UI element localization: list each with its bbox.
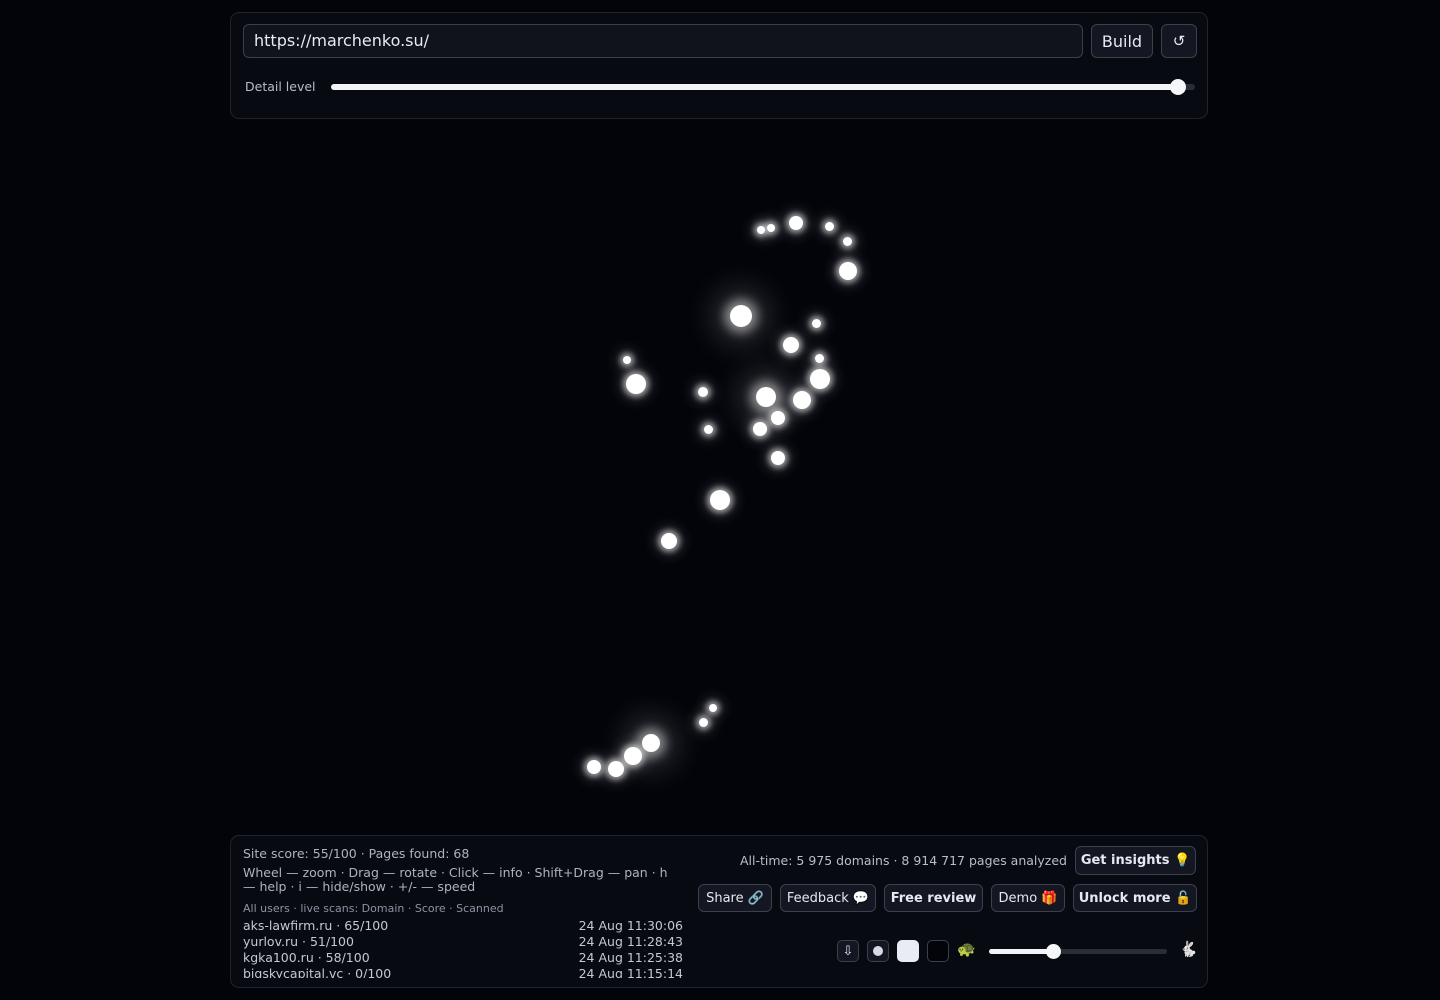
detail-level-fill	[331, 84, 1178, 90]
graph-node[interactable]	[839, 262, 857, 280]
unlock-more-button[interactable]: Unlock more 🔓	[1073, 884, 1197, 912]
free-review-button[interactable]: Free review	[884, 884, 983, 912]
graph-node[interactable]	[703, 424, 713, 434]
list-item: bigskycapital.vc · 0/100 24 Aug 11:15:14	[243, 966, 683, 978]
graph-node[interactable]	[757, 226, 765, 234]
graph-node[interactable]	[642, 734, 660, 752]
graph-node[interactable]	[626, 374, 646, 394]
list-item: yurlov.ru · 51/100 24 Aug 11:28:43	[243, 934, 683, 950]
graph-node[interactable]	[811, 318, 821, 328]
graph-node[interactable]	[698, 387, 708, 397]
graph-node[interactable]	[661, 533, 677, 549]
speed-handle[interactable]	[1046, 944, 1062, 959]
scan-domain: kgka100.ru · 58/100	[243, 950, 370, 965]
feedback-button[interactable]: Feedback 💬	[780, 884, 876, 912]
demo-button[interactable]: Demo 🎁	[991, 884, 1065, 912]
graph-node[interactable]	[824, 221, 834, 231]
graph-node[interactable]	[624, 747, 642, 765]
site-graph-canvas[interactable]	[230, 130, 1208, 830]
node-style-button[interactable]	[867, 940, 889, 962]
detail-level-slider[interactable]	[331, 79, 1195, 95]
rabbit-icon: 🐇	[1179, 940, 1198, 958]
share-button[interactable]: Share 🔗	[698, 884, 772, 912]
site-stats: Site score: 55/100 · Pages found: 68	[243, 846, 470, 861]
graph-node[interactable]	[587, 760, 601, 774]
scan-time: 24 Aug 11:30:06	[578, 918, 683, 933]
graph-node[interactable]	[709, 704, 717, 712]
live-scans-list: aks-lawfirm.ru · 65/100 24 Aug 11:30:06 …	[243, 918, 683, 978]
graph-node[interactable]	[810, 369, 830, 389]
dark-theme-button[interactable]	[927, 940, 949, 962]
graph-node[interactable]	[698, 717, 708, 727]
info-panel: Site score: 55/100 · Pages found: 68 Whe…	[230, 835, 1208, 988]
graph-node[interactable]	[608, 761, 624, 777]
download-icon[interactable]: ⇩	[837, 940, 859, 962]
scan-domain: yurlov.ru · 51/100	[243, 934, 354, 949]
scan-domain: aks-lawfirm.ru · 65/100	[243, 918, 389, 933]
graph-node[interactable]	[842, 236, 852, 246]
turtle-icon: 🐢	[957, 940, 976, 958]
scan-domain: bigskycapital.vc · 0/100	[243, 966, 392, 978]
detail-level-handle[interactable]	[1169, 79, 1186, 95]
graph-node[interactable]	[771, 451, 785, 465]
graph-node[interactable]	[793, 391, 811, 409]
speed-fill	[989, 949, 1054, 954]
detail-level-label: Detail level	[245, 79, 316, 94]
list-item: kgka100.ru · 58/100 24 Aug 11:25:38	[243, 950, 683, 966]
help-text: Wheel — zoom · Drag — rotate · Click — i…	[243, 865, 668, 894]
graph-node[interactable]	[767, 224, 775, 232]
graph-node[interactable]	[789, 216, 803, 230]
graph-node[interactable]	[753, 422, 767, 436]
graph-node[interactable]	[756, 387, 776, 407]
light-theme-button[interactable]	[897, 940, 919, 962]
url-input[interactable]: https://marchenko.su/	[243, 24, 1083, 58]
reload-icon[interactable]: ↺	[1161, 24, 1197, 58]
live-scans-header: All users · live scans: Domain · Score ·…	[243, 902, 504, 915]
scan-time: 24 Aug 11:28:43	[578, 934, 683, 949]
speed-slider[interactable]	[989, 944, 1167, 959]
get-insights-button[interactable]: Get insights 💡	[1075, 846, 1196, 875]
build-button[interactable]: Build	[1091, 24, 1153, 58]
controls-panel: https://marchenko.su/ Build ↺ Detail lev…	[230, 12, 1208, 119]
list-item: aks-lawfirm.ru · 65/100 24 Aug 11:30:06	[243, 918, 683, 934]
alltime-stats: All-time: 5 975 domains · 8 914 717 page…	[739, 853, 1067, 868]
graph-node[interactable]	[783, 337, 799, 353]
graph-node[interactable]	[710, 490, 730, 510]
dot-icon	[873, 946, 883, 956]
graph-node[interactable]	[771, 411, 785, 425]
graph-node[interactable]	[623, 356, 631, 364]
graph-node[interactable]	[814, 353, 824, 363]
scan-time: 24 Aug 11:25:38	[578, 950, 683, 965]
graph-node[interactable]	[730, 305, 752, 327]
scan-time: 24 Aug 11:15:14	[578, 966, 683, 978]
